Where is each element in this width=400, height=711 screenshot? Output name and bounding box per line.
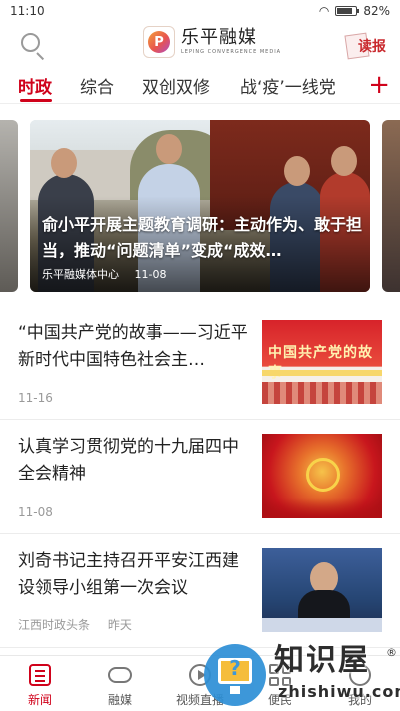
tab-zonghe[interactable]: 综合 bbox=[80, 73, 114, 98]
status-bar: 11:10 ◠ 82% bbox=[0, 0, 400, 22]
news-date: 11-16 bbox=[18, 391, 53, 405]
nav-item-news[interactable]: 新闻 bbox=[5, 662, 75, 708]
thumbnail-caption: 中国共产党的故事 bbox=[268, 345, 373, 381]
news-meta: 江西时政头条 昨天 bbox=[18, 616, 132, 633]
active-tab-indicator bbox=[20, 99, 52, 102]
battery-icon bbox=[335, 6, 360, 16]
news-meta: 11-08 bbox=[18, 505, 53, 519]
logo-subtitle: LEPING CONVERGENCE MEDIA bbox=[181, 49, 282, 55]
banner-title: 俞小平开展主题教育调研：主动作为、敢于担当，推动“问题清单”变成“成效… bbox=[42, 215, 363, 260]
banner-slide[interactable]: 俞小平开展主题教育调研：主动作为、敢于担当，推动“问题清单”变成“成效… 乐平融… bbox=[30, 120, 370, 292]
news-title: “中国共产党的故事——习近平新时代中国特色社会主… bbox=[18, 323, 248, 370]
news-title: 认真学习贯彻党的十九届四中全会精神 bbox=[18, 437, 239, 484]
banner-meta: 乐平融媒体中心 11-08 bbox=[42, 266, 166, 282]
logo-icon: P bbox=[143, 26, 175, 58]
news-thumbnail bbox=[262, 548, 382, 632]
wifi-icon: ◠ bbox=[318, 4, 330, 18]
banner-date: 11-08 bbox=[134, 268, 167, 281]
logo-title: 乐平融媒 bbox=[181, 27, 257, 48]
watermark-url: zhishiwu.com bbox=[278, 682, 400, 701]
tab-zhanyi[interactable]: 战‘疫’一线党 bbox=[240, 73, 336, 98]
news-icon bbox=[29, 664, 51, 686]
app-header: P 乐平融媒 LEPING CONVERGENCE MEDIA 读报 bbox=[0, 22, 400, 68]
news-thumbnail bbox=[262, 434, 382, 518]
search-icon bbox=[21, 33, 40, 52]
battery-percent: 82% bbox=[363, 4, 390, 18]
news-title: 刘奇书记主持召开平安江西建设领导小组第一次会议 bbox=[18, 551, 239, 598]
category-tabs: 时政 综合 双创双修 战‘疫’一线党 + bbox=[0, 68, 400, 104]
tab-shizheng[interactable]: 时政 bbox=[18, 73, 52, 98]
watermark-text: 知识屋 bbox=[274, 643, 370, 678]
carousel-next-slide[interactable] bbox=[382, 120, 400, 292]
news-date: 11-08 bbox=[18, 505, 53, 519]
news-list-item[interactable]: 刘奇书记主持召开平安江西建设领导小组第一次会议 江西时政头条 昨天 bbox=[0, 534, 400, 648]
cloud-icon bbox=[108, 667, 132, 683]
read-paper-label: 读报 bbox=[358, 39, 386, 55]
status-time: 11:10 bbox=[10, 4, 45, 18]
watermark-logo-icon: ? bbox=[204, 644, 266, 706]
app-logo: P 乐平融媒 LEPING CONVERGENCE MEDIA bbox=[143, 26, 281, 58]
news-list-item[interactable]: 认真学习贯彻党的十九届四中全会精神 11-08 bbox=[0, 420, 400, 534]
banner-carousel[interactable]: 俞小平开展主题教育调研：主动作为、敢于担当，推动“问题清单”变成“成效… 乐平融… bbox=[0, 120, 400, 292]
news-source: 江西时政头条 bbox=[18, 618, 91, 632]
news-list-item[interactable]: “中国共产党的故事——习近平新时代中国特色社会主… 11-16 中国共产党的故事 bbox=[0, 306, 400, 420]
carousel-prev-slide[interactable] bbox=[0, 120, 18, 292]
nav-item-media[interactable]: 融媒 bbox=[85, 662, 155, 708]
search-button[interactable] bbox=[18, 30, 48, 61]
news-thumbnail: 中国共产党的故事 bbox=[262, 320, 382, 404]
tab-shuangchuang[interactable]: 双创双修 bbox=[142, 73, 210, 98]
add-tab-button[interactable]: + bbox=[368, 72, 390, 98]
news-date: 昨天 bbox=[107, 618, 132, 632]
banner-source: 乐平融媒体中心 bbox=[42, 268, 119, 281]
status-icons: ◠ 82% bbox=[319, 4, 390, 18]
watermark: ? 知识屋 ® zhishiwu.com bbox=[204, 640, 400, 711]
party-emblem-icon bbox=[306, 458, 340, 492]
news-meta: 11-16 bbox=[18, 391, 53, 405]
registered-mark: ® bbox=[386, 646, 397, 659]
read-paper-button[interactable]: 读报 bbox=[344, 32, 386, 60]
